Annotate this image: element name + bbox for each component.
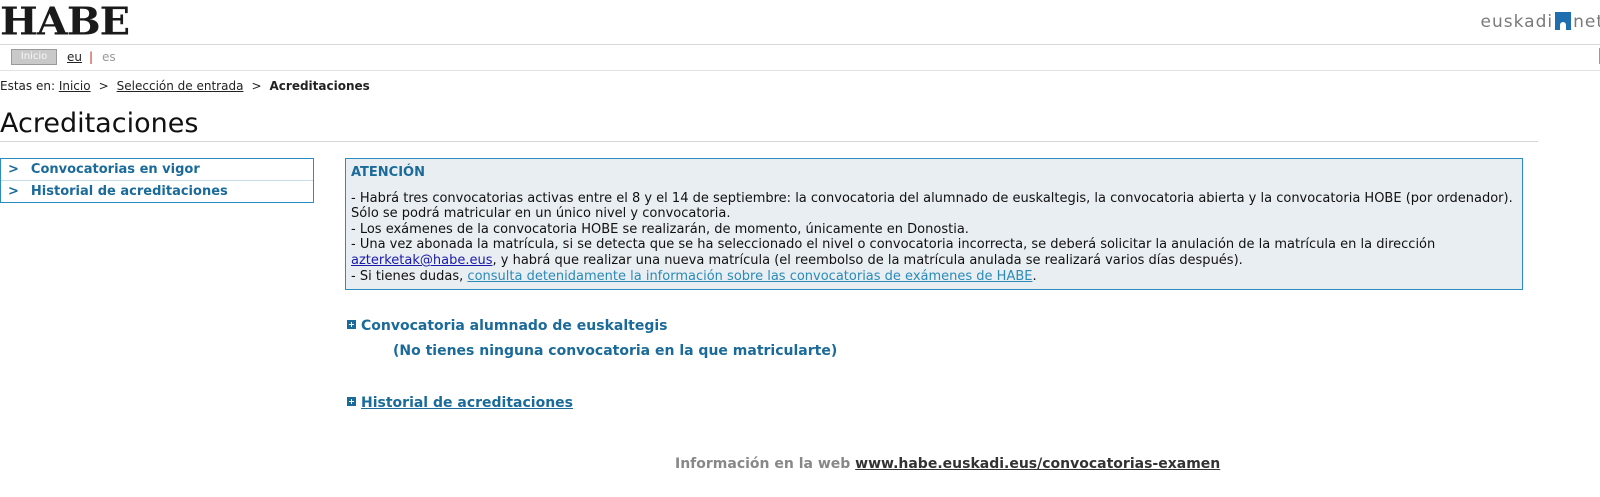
arrow-icon: > <box>8 162 19 177</box>
net-text: net <box>1573 12 1600 32</box>
page-title: Acreditaciones <box>0 108 199 139</box>
notice-line-3-text-end: , y habrá que realizar una nueva matrícu… <box>492 252 1243 268</box>
sidebar-item-convocatorias[interactable]: > Convocatorias en vigor <box>1 159 313 181</box>
euskaltegi-section-title: Convocatoria alumnado de euskaltegis <box>361 318 668 334</box>
euskadi-mark-icon <box>1555 12 1572 30</box>
breadcrumb-separator: > <box>251 79 262 93</box>
notice-line-4: - Si tienes dudas, consulta detenidament… <box>351 269 1516 285</box>
euskadi-net-logo[interactable]: euskadi net <box>1481 12 1600 32</box>
expand-plus-icon[interactable] <box>347 397 356 406</box>
breadcrumb-inicio[interactable]: Inicio <box>59 79 91 93</box>
lang-eu-link[interactable]: eu <box>67 50 82 64</box>
sidebar-item-label: Historial de acreditaciones <box>30 184 228 199</box>
arrow-icon: > <box>8 184 19 199</box>
notice-line-3: - Una vez abonada la matrícula, si se de… <box>351 237 1516 268</box>
no-convocatoria-message: (No tienes ninguna convocatoria en la qu… <box>393 343 838 359</box>
breadcrumb-prefix: Estas en: <box>0 79 55 93</box>
footer-info-link[interactable]: www.habe.euskadi.eus/convocatorias-exame… <box>855 456 1220 472</box>
notice-title: ATENCIÓN <box>351 165 425 180</box>
attention-notice: ATENCIÓN - Habrá tres convocatorias acti… <box>345 158 1523 290</box>
notice-line-2: - Los exámenes de la convocatoria HOBE s… <box>351 221 969 237</box>
breadcrumb: Estas en: Inicio > Selección de entrada > Ac… <box>0 79 370 93</box>
breadcrumb-seleccion[interactable]: Selección de entrada <box>117 79 244 93</box>
site-header: HABE euskadi net <box>0 0 1600 45</box>
sidebar-item-label: Convocatorias en vigor <box>30 162 200 177</box>
lang-separator: | <box>89 50 94 64</box>
lang-es-link[interactable]: es <box>102 50 116 64</box>
notice-line-3-text: - Una vez abonada la matrícula, si se de… <box>351 237 1436 253</box>
breadcrumb-current: Acreditaciones <box>269 79 370 93</box>
sub-navigation-bar: Inicio eu | es <box>0 45 1600 71</box>
sidebar-item-historial[interactable]: > Historial de acreditaciones <box>1 181 313 202</box>
exam-info-link[interactable]: consulta detenidamente la información so… <box>467 269 1032 284</box>
history-section-link[interactable]: Historial de acreditaciones <box>361 395 573 411</box>
euskaltegi-section-header[interactable]: Convocatoria alumnado de euskaltegis <box>347 318 668 334</box>
email-link[interactable]: azterketak@habe.eus <box>351 253 492 268</box>
footer-info-label: Información en la web <box>675 456 851 472</box>
euskadi-text: euskadi <box>1480 12 1554 32</box>
expand-plus-icon[interactable] <box>347 320 356 329</box>
notice-line-4-end: . <box>1032 268 1037 284</box>
footer-info: Información en la web www.habe.euskadi.e… <box>675 456 1220 472</box>
home-button[interactable]: Inicio <box>11 49 57 65</box>
notice-line-1: - Habrá tres convocatorias activas entre… <box>351 190 1513 222</box>
habe-logo[interactable]: HABE <box>0 0 130 45</box>
history-section-header[interactable]: Historial de acreditaciones <box>347 395 573 411</box>
notice-line-4-text: - Si tienes dudas, <box>351 268 468 284</box>
side-navigation: > Convocatorias en vigor > Historial de ac… <box>0 158 314 203</box>
title-divider <box>0 141 1538 142</box>
breadcrumb-separator: > <box>98 79 109 93</box>
